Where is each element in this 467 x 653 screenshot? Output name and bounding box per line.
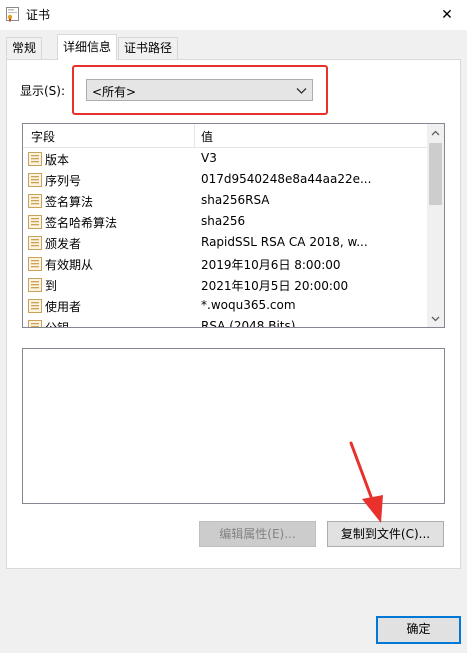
field-icon (28, 236, 42, 250)
field-name: 有效期从 (45, 258, 94, 272)
field-icon (28, 173, 42, 187)
scroll-up-button[interactable] (427, 124, 444, 141)
field-name: 公钥 (45, 321, 70, 328)
list-item[interactable]: 有效期从 2019年10月6日 8:00:00 (23, 254, 427, 275)
chevron-up-icon (431, 130, 440, 135)
field-value: RapidSSL RSA CA 2018, w... (201, 235, 368, 249)
title-bar: 证书 ✕ (0, 0, 467, 30)
window-title: 证书 (26, 8, 51, 22)
field-value: RSA (2048 Bits) (201, 319, 296, 328)
list-scrollbar[interactable] (427, 124, 444, 327)
field-name: 序列号 (45, 174, 82, 188)
tab-label: 常规 (12, 41, 37, 55)
field-name: 使用者 (45, 300, 82, 314)
close-icon: ✕ (441, 7, 453, 23)
show-label: 显示(S): (20, 84, 66, 98)
field-icon (28, 278, 42, 292)
field-icon (28, 215, 42, 229)
field-name: 颁发者 (45, 237, 82, 251)
field-value: sha256RSA (201, 193, 270, 207)
list-header: 字段 值 (23, 124, 427, 148)
field-detail-box[interactable] (22, 348, 445, 504)
field-value: sha256 (201, 214, 246, 228)
field-value: 2021年10月5日 20:00:00 (201, 279, 349, 293)
field-value: 2019年10月6日 8:00:00 (201, 258, 341, 272)
chevron-down-icon (431, 316, 440, 321)
copy-to-file-button[interactable]: 复制到文件(C)... (327, 521, 444, 547)
tab-general[interactable]: 常规 (6, 37, 43, 59)
ok-button[interactable]: 确定 (376, 616, 461, 644)
field-value: *.woqu365.com (201, 298, 296, 312)
field-name: 版本 (45, 153, 70, 167)
tab-label: 证书路径 (124, 41, 173, 55)
field-icon (28, 257, 42, 271)
column-header-value[interactable]: 值 (201, 128, 213, 145)
fields-list[interactable]: 字段 值 版本 V3 序列号 017d9540248e8a44aa22e... 签名算法… (22, 123, 445, 328)
field-icon (28, 152, 42, 166)
tab-details[interactable]: 详细信息 (57, 34, 118, 60)
show-dropdown-value: <所有> (92, 85, 137, 99)
show-dropdown[interactable]: <所有> (86, 79, 313, 101)
chevron-down-icon (296, 88, 307, 94)
field-name: 签名算法 (45, 195, 94, 209)
close-button[interactable]: ✕ (427, 0, 467, 30)
list-item[interactable]: 签名哈希算法 sha256 (23, 212, 427, 233)
column-header-field[interactable]: 字段 (31, 128, 55, 145)
field-value: 017d9540248e8a44aa22e... (201, 172, 372, 186)
column-divider[interactable] (194, 124, 195, 148)
certificate-icon (6, 7, 19, 22)
field-icon (28, 299, 42, 313)
field-name: 到 (45, 279, 58, 293)
edit-properties-button[interactable]: 编辑属性(E)... (199, 521, 316, 547)
list-item[interactable]: 签名算法 sha256RSA (23, 191, 427, 212)
list-item[interactable]: 到 2021年10月5日 20:00:00 (23, 275, 427, 296)
tab-certification-path[interactable]: 证书路径 (118, 37, 179, 59)
field-name: 签名哈希算法 (45, 216, 118, 230)
field-icon (28, 194, 42, 208)
list-item[interactable]: 版本 V3 (23, 149, 427, 170)
field-icon (28, 320, 42, 327)
scroll-thumb[interactable] (429, 143, 442, 205)
list-item[interactable]: 序列号 017d9540248e8a44aa22e... (23, 170, 427, 191)
field-value: V3 (201, 151, 217, 165)
list-item[interactable]: 使用者 *.woqu365.com (23, 296, 427, 317)
list-item[interactable]: 颁发者 RapidSSL RSA CA 2018, w... (23, 233, 427, 254)
scroll-down-button[interactable] (427, 310, 444, 327)
tab-label: 详细信息 (63, 40, 112, 54)
list-item[interactable]: 公钥 RSA (2048 Bits) (23, 317, 427, 328)
